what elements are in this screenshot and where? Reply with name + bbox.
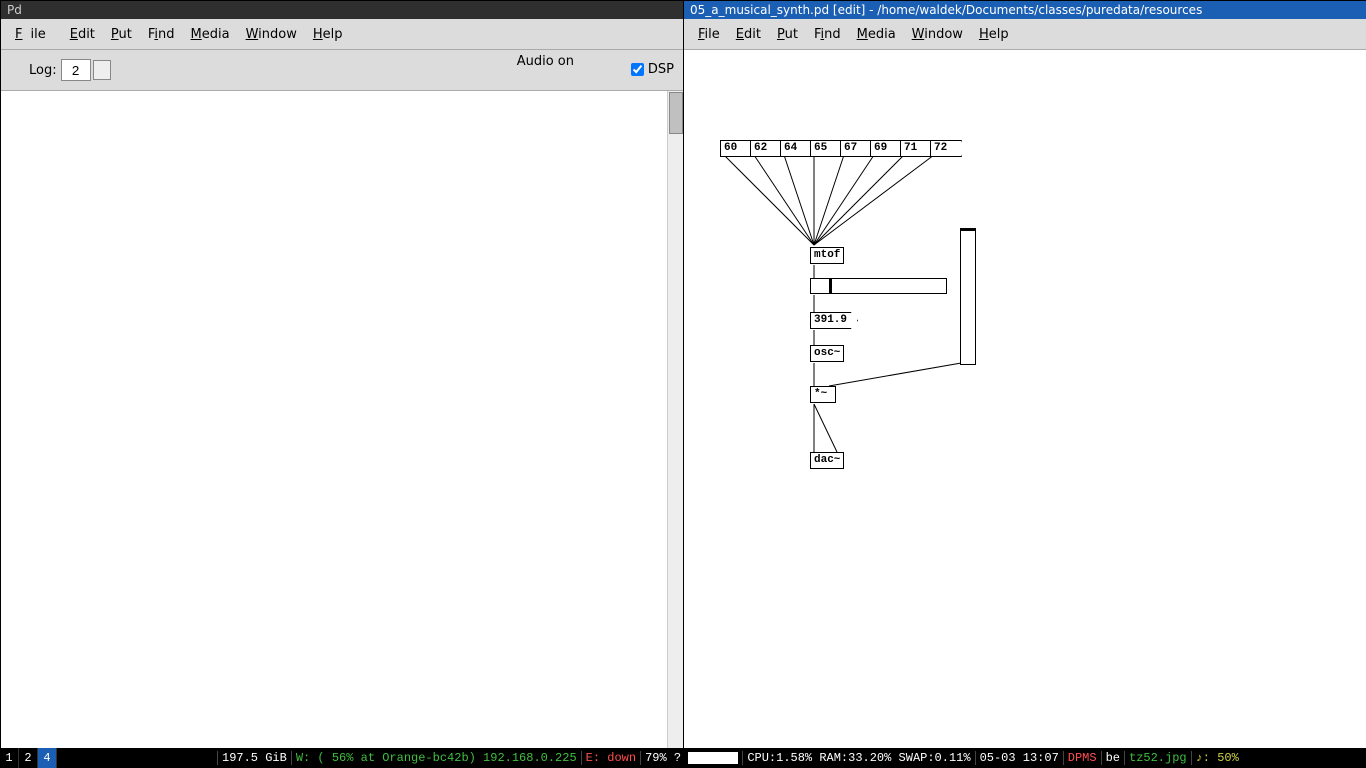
pd-console-window: Pd File Edit Put Find Media Window Help … [0,0,685,750]
menu-help[interactable]: Help [313,27,343,42]
status-vol: ♪: 50% [1191,751,1243,765]
menu-window[interactable]: Window [246,27,297,42]
menu-put[interactable]: Put [777,27,798,42]
workspace-4[interactable]: 4 [38,748,57,768]
msgbox-note-1[interactable]: 62 [750,140,782,157]
menu-window[interactable]: Window [912,27,963,42]
menu-media[interactable]: Media [857,27,896,42]
menu-edit[interactable]: Edit [70,27,95,42]
statusbar: 1 2 4 197.5 GiB W: ( 56% at Orange-bc42b… [0,748,1366,768]
msgbox-note-6[interactable]: 71 [900,140,932,157]
status-wifi: W: ( 56% at Orange-bc42b) 192.168.0.225 [291,751,581,765]
scrollbar-thumb[interactable] [669,92,683,134]
menu-file[interactable]: File [15,27,54,42]
status-batt: 79% ? [640,751,742,765]
patch-title[interactable]: 05_a_musical_synth.pd [edit] - /home/wal… [684,1,1366,19]
status-cpu: CPU:1.58% RAM:33.20% SWAP:0.11% [742,751,974,765]
status-dpms: DPMS [1063,751,1101,765]
status-eth: E: down [581,751,640,765]
msgbox-note-0[interactable]: 60 [720,140,752,157]
console-scrollbar[interactable] [667,91,684,749]
patch-title-text: 05_a_musical_synth.pd [edit] - /home/wal… [690,3,1202,17]
dsp-toggle[interactable]: DSP [627,60,674,79]
log-spinner[interactable] [93,60,111,80]
pd-console-title-text: Pd [7,3,22,17]
menu-find[interactable]: Find [148,27,175,42]
menu-edit[interactable]: Edit [736,27,761,42]
pd-console-menubar: File Edit Put Find Media Window Help [1,19,684,50]
msgbox-note-7[interactable]: 72 [930,140,962,157]
msgbox-note-5[interactable]: 69 [870,140,902,157]
hslider-knob[interactable] [829,279,832,293]
audio-on-label: Audio on [517,54,574,69]
workspace-2[interactable]: 2 [19,748,38,768]
patch-window: 05_a_musical_synth.pd [edit] - /home/wal… [683,0,1366,750]
vslider-amp[interactable] [960,228,976,365]
menu-find[interactable]: Find [814,27,841,42]
status-date: 05-03 13:07 [975,751,1063,765]
obj-dac[interactable]: dac~ [810,452,844,469]
obj-mult[interactable]: *~ [810,386,836,403]
obj-osc[interactable]: osc~ [810,345,844,362]
patch-canvas[interactable]: 60 62 64 65 67 69 71 72 mtof 391.9 osc~ … [684,50,1366,749]
menu-file[interactable]: File [698,27,720,42]
msgbox-note-3[interactable]: 65 [810,140,842,157]
status-disk: 197.5 GiB [217,751,291,765]
status-img: tz52.jpg [1124,751,1191,765]
numbox-freq[interactable]: 391.9 [810,312,858,329]
status-input[interactable] [688,752,738,764]
menu-help[interactable]: Help [979,27,1009,42]
menu-media[interactable]: Media [191,27,230,42]
pd-console-toolbar: Log: Audio on DSP [1,50,684,91]
status-kb: be [1101,751,1124,765]
pd-console-title[interactable]: Pd [1,1,684,19]
vslider-knob[interactable] [961,229,975,239]
dsp-label: DSP [648,62,674,77]
log-input[interactable] [61,59,91,81]
msgbox-note-4[interactable]: 67 [840,140,872,157]
workspace-1[interactable]: 1 [0,748,19,768]
obj-mtof[interactable]: mtof [810,247,844,264]
menu-put[interactable]: Put [111,27,132,42]
dsp-checkbox[interactable] [631,63,644,76]
log-label: Log: [29,63,57,78]
patch-menubar: File Edit Put Find Media Window Help [684,19,1366,50]
pd-console-canvas [1,91,684,749]
msgbox-note-2[interactable]: 64 [780,140,812,157]
hslider-freq[interactable] [810,278,947,294]
